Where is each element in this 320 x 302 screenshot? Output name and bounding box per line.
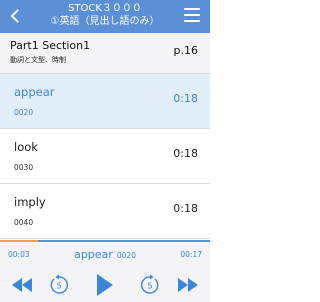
play-button[interactable] [90, 272, 118, 298]
audio-player: 00:03 appear 0020 00:17 5 5 [0, 240, 210, 302]
hamburger-menu-icon [184, 8, 202, 22]
section-page: p.16 [173, 44, 198, 57]
player-controls: 5 5 [0, 272, 210, 298]
item-number: 0040 [14, 218, 34, 227]
chevron-left-icon [10, 9, 19, 23]
previous-button[interactable] [8, 272, 36, 298]
replay-button[interactable]: 5 [46, 272, 72, 298]
item-duration: 0:18 [173, 92, 198, 105]
forward-button[interactable]: 5 [137, 272, 163, 298]
item-duration: 0:18 [173, 147, 198, 160]
title-line-1: STOCK３０００ [68, 3, 142, 14]
item-word: appear [14, 85, 55, 99]
section-title: Part1 Section1 [10, 39, 91, 52]
forward-5-icon: 5 [141, 274, 159, 294]
forward-seconds: 5 [147, 282, 152, 291]
item-number: 0030 [14, 163, 34, 172]
now-playing-number: 0020 [116, 251, 136, 260]
now-playing-word: appear [74, 248, 113, 261]
section-header: Part1 Section1 動詞と文型、時制 p.16 [0, 33, 210, 74]
rewind-icon [12, 278, 32, 292]
item-duration: 0:18 [173, 202, 198, 215]
list-item[interactable]: appear 0020 0:18 [0, 74, 210, 129]
back-button[interactable] [6, 6, 24, 26]
fast-forward-icon [178, 278, 198, 292]
item-word: look [14, 140, 38, 154]
list-item[interactable]: imply 0040 0:18 [0, 184, 210, 239]
word-list: appear 0020 0:18 look 0030 0:18 imply 00… [0, 74, 210, 239]
replay-5-icon: 5 [50, 274, 68, 294]
next-button[interactable] [174, 272, 202, 298]
duration-time: 00:17 [180, 250, 202, 259]
menu-button[interactable] [184, 8, 202, 24]
item-word: imply [14, 195, 46, 209]
play-icon [97, 274, 113, 296]
replay-seconds: 5 [56, 282, 61, 291]
progress-bar[interactable] [0, 240, 38, 242]
app-header: STOCK３０００ ①英語（見出し語のみ） [0, 0, 210, 33]
title-line-2: ①英語（見出し語のみ） [50, 16, 160, 27]
now-playing: appear 0020 [0, 248, 210, 261]
list-item[interactable]: look 0030 0:18 [0, 129, 210, 184]
item-number: 0020 [14, 108, 34, 117]
header-title: STOCK３０００ ①英語（見出し語のみ） [30, 2, 180, 28]
section-subtitle: 動詞と文型、時制 [10, 56, 66, 64]
